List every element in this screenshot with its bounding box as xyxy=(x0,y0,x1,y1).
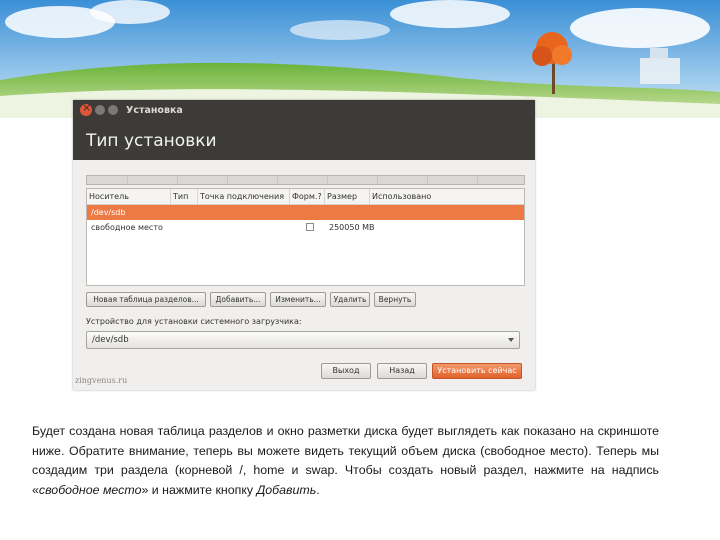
column-header-size[interactable]: Размер xyxy=(325,189,370,204)
partition-bar-tick xyxy=(327,176,328,184)
delete-button[interactable]: Удалить xyxy=(330,292,370,307)
caption-italic-add: Добавить xyxy=(256,482,317,497)
watermark: zingvenus.ru xyxy=(75,376,128,385)
caption-italic-free-space: свободное место xyxy=(38,482,142,497)
close-icon[interactable] xyxy=(80,101,92,116)
change-button[interactable]: Изменить... xyxy=(270,292,326,307)
maximize-icon[interactable] xyxy=(108,105,118,115)
page-title: Тип установки xyxy=(86,131,217,151)
bootloader-label: Устройство для установки системного загр… xyxy=(86,317,302,326)
partition-bar-tick xyxy=(277,176,278,184)
partition-bar-tick xyxy=(477,176,478,184)
window-titlebar: Установка xyxy=(73,100,535,120)
window-title: Установка xyxy=(126,104,183,116)
add-button[interactable]: Добавить... xyxy=(210,292,266,307)
partition-table: Носитель Тип Точка подключения Форм.? Ра… xyxy=(86,188,525,286)
column-header-format[interactable]: Форм.? xyxy=(290,189,325,204)
column-header-mount[interactable]: Точка подключения xyxy=(198,189,290,204)
column-header-type[interactable]: Тип xyxy=(171,189,198,204)
partition-bar-tick xyxy=(377,176,378,184)
format-cell xyxy=(290,222,325,233)
revert-button[interactable]: Вернуть xyxy=(374,292,416,307)
new-partition-table-button[interactable]: Новая таблица разделов... xyxy=(86,292,206,307)
row-device: свободное место xyxy=(91,223,163,232)
caption-part2: » и нажмите кнопку xyxy=(141,482,257,497)
partition-bar-tick xyxy=(177,176,178,184)
chevron-down-icon xyxy=(508,338,514,342)
table-header: Носитель Тип Точка подключения Форм.? Ра… xyxy=(87,189,524,205)
format-checkbox[interactable] xyxy=(306,222,314,231)
table-row[interactable]: свободное место 250050 MB xyxy=(87,220,524,235)
installer-window: Установка Тип установки Носитель Тип Точ… xyxy=(73,100,535,390)
install-now-button[interactable]: Установить сейчас xyxy=(432,363,522,379)
partition-bar xyxy=(86,175,525,185)
bootloader-value: /dev/sdb xyxy=(92,335,129,345)
page-header: Тип установки xyxy=(73,120,535,160)
table-row[interactable]: /dev/sdb xyxy=(87,205,524,220)
row-device: /dev/sdb xyxy=(91,208,126,217)
caption-part3: . xyxy=(316,482,320,497)
partition-bar-tick xyxy=(127,176,128,184)
column-header-used[interactable]: Использовано xyxy=(370,189,524,204)
bootloader-device-select[interactable]: /dev/sdb xyxy=(86,331,520,349)
minimize-icon[interactable] xyxy=(95,105,105,115)
row-size: 250050 MB xyxy=(329,223,375,232)
back-button[interactable]: Назад xyxy=(377,363,427,379)
caption-text: Будет создана новая таблица разделов и о… xyxy=(32,422,659,500)
quit-button[interactable]: Выход xyxy=(321,363,371,379)
partition-bar-tick xyxy=(227,176,228,184)
partition-bar-tick xyxy=(427,176,428,184)
column-header-device[interactable]: Носитель xyxy=(87,189,171,204)
